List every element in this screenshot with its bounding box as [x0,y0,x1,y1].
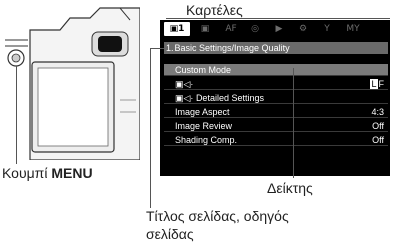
tab-my-menu[interactable]: MY [340,22,366,36]
menu-tab-bar: ▣1 ▣ AF ◎ ▶ ⚙ Y MY [164,22,388,36]
camera-icon: ▣ [169,24,179,34]
page-title-callout: Τίτλος σελίδας, οδηγός [146,208,289,224]
playback-icon: ▶ [275,24,283,34]
menu-row-shading-comp[interactable]: Shading Comp. Off [164,134,388,146]
menu-row-image-review[interactable]: Image Review Off [164,120,388,132]
quality-large-icon: L [370,79,378,89]
page-title-callout-line2: σελίδας [146,226,194,242]
camera-sound-icon: ▣◁· [175,93,196,103]
menu-row-detailed-settings[interactable]: ▣◁· Detailed Settings [164,92,388,104]
row-label: Custom Mode [175,65,232,75]
tab-setup[interactable]: Y [316,22,338,36]
camera-menu-screen: ▣1 ▣ AF ◎ ▶ ⚙ Y MY 1.Basic Settings/Imag… [160,20,390,176]
row-value: LF [370,79,384,89]
tab-shooting-1[interactable]: ▣1 [164,22,190,36]
page-title-pointer-tick [150,48,164,49]
page-title: Basic Settings/Image Quality [174,43,290,53]
gear-icon: ⚙ [298,24,308,34]
tab-shooting-2[interactable]: ▣ [194,22,216,36]
menu-button-pointer-line [16,66,17,164]
camera-sound-icon: ▣◁· [175,79,194,89]
tab-af[interactable]: AF [220,22,242,36]
cursor-pointer-line [293,68,294,178]
camera-body-illustration [5,7,140,160]
video-icon: ◎ [251,24,259,34]
tabs-bracket [166,18,390,19]
menu-row-custom-mode[interactable]: Custom Mode [164,64,388,76]
page-number: 1. [166,43,174,53]
camera-video-icon: ▣ [200,24,210,34]
tabs-callout: Καρτέλες [186,2,243,18]
tab-video[interactable]: ◎ [244,22,266,36]
menu-row-image-aspect[interactable]: Image Aspect 4:3 [164,106,388,118]
menu-row-image-quality[interactable]: ▣◁· LF [164,78,388,90]
menu-button-callout: Κουμπί MENU [2,165,93,181]
page-title-pointer-line [150,48,151,208]
tab-playback[interactable]: ▶ [268,22,290,36]
cursor-callout: Δείκτης [267,180,313,196]
page-title-bar: 1.Basic Settings/Image Quality [164,42,388,54]
wrench-icon: Y [324,24,330,34]
tab-custom[interactable]: ⚙ [292,22,314,36]
